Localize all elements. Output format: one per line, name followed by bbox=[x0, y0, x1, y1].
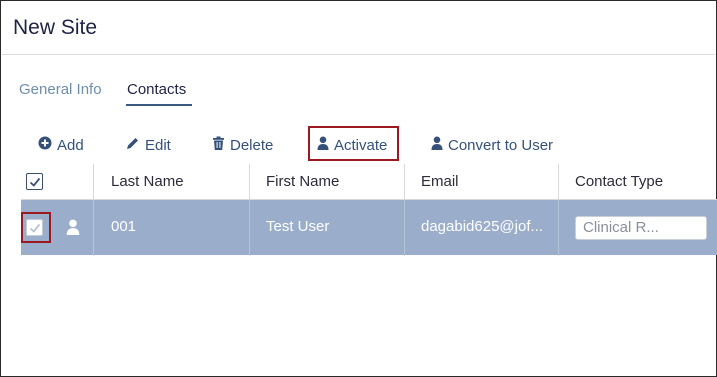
column-separator bbox=[93, 200, 94, 255]
delete-label: Delete bbox=[230, 136, 274, 154]
divider bbox=[2, 54, 715, 55]
tab-general-info[interactable]: General Info bbox=[19, 81, 102, 98]
cell-first-name: Test User bbox=[266, 218, 330, 235]
convert-to-user-button[interactable]: Convert to User bbox=[431, 135, 553, 155]
window-frame: New Site General Info Contacts Add Edit … bbox=[0, 0, 717, 377]
tab-contacts[interactable]: Contacts bbox=[127, 81, 186, 98]
delete-button[interactable]: Delete bbox=[212, 135, 273, 155]
contact-type-field[interactable]: Clinical R... bbox=[575, 216, 707, 240]
trash-icon bbox=[212, 136, 225, 155]
checkmark-icon bbox=[29, 177, 40, 187]
column-header-last-name[interactable]: Last Name bbox=[111, 173, 184, 190]
column-header-contact-type[interactable]: Contact Type bbox=[575, 173, 663, 190]
activate-highlight-box bbox=[308, 126, 399, 161]
pencil-icon bbox=[125, 136, 140, 155]
edit-button[interactable]: Edit bbox=[125, 135, 171, 155]
page-title: New Site bbox=[13, 16, 98, 39]
column-separator bbox=[249, 200, 250, 255]
add-button[interactable]: Add bbox=[38, 135, 84, 155]
column-separator bbox=[558, 200, 559, 255]
cell-email: dagabid625@jof... bbox=[421, 218, 543, 235]
column-header-first-name[interactable]: First Name bbox=[266, 173, 339, 190]
row-checkbox-highlight-box bbox=[21, 212, 51, 243]
active-tab-indicator bbox=[126, 104, 192, 106]
column-header-email[interactable]: Email bbox=[421, 173, 459, 190]
column-separator bbox=[404, 200, 405, 255]
select-all-checkbox[interactable] bbox=[26, 173, 43, 190]
edit-label: Edit bbox=[145, 136, 171, 154]
plus-circle-icon bbox=[38, 136, 52, 154]
user-icon bbox=[431, 136, 443, 154]
cell-last-name: 001 bbox=[111, 218, 137, 235]
convert-label: Convert to User bbox=[448, 136, 554, 154]
add-label: Add bbox=[57, 136, 84, 154]
user-icon bbox=[66, 219, 80, 240]
